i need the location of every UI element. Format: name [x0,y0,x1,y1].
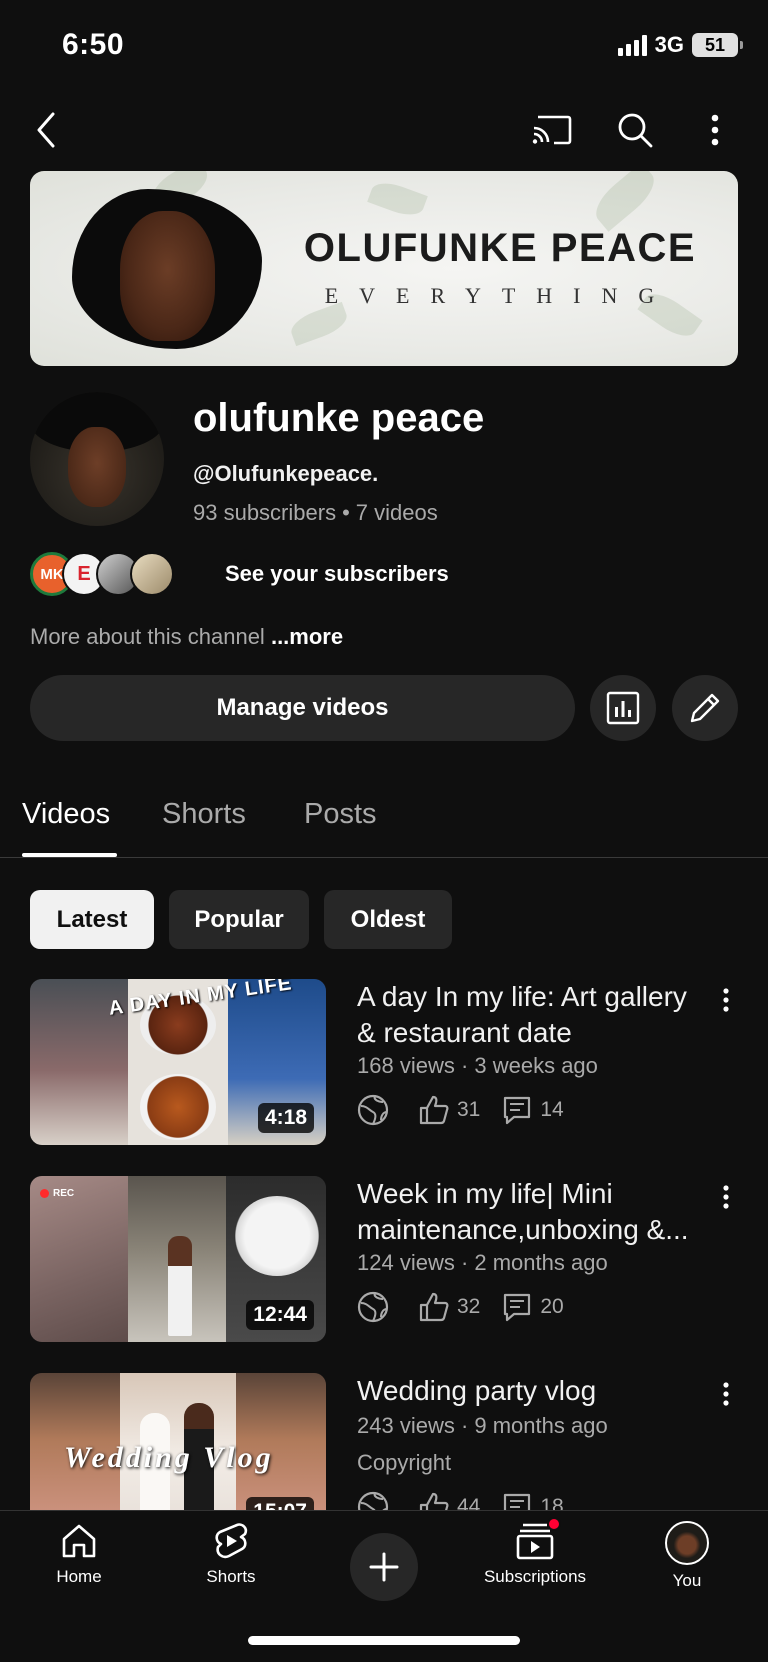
nav-shorts-label: Shorts [206,1567,256,1586]
channel-banner: OLUFUNKE PEACE EVERYTHING [30,171,738,366]
nav-home-label: Home [56,1567,102,1586]
edit-channel-button[interactable] [672,675,738,741]
video-count: 7 videos [355,500,438,525]
video-more-icon[interactable] [714,985,738,1015]
subscriber-avatar [130,552,174,596]
status-indicators: 3G 51 [617,32,743,58]
globe-icon [357,1291,389,1323]
pencil-icon [690,693,720,723]
more-options-icon[interactable] [700,108,730,152]
status-time: 6:50 [62,28,125,61]
banner-portrait [72,189,262,349]
copyright-label: Copyright [357,1450,452,1475]
channel-avatar[interactable] [30,392,164,526]
video-meta: 124 views · 2 months ago [357,1250,608,1275]
comment-icon [504,1096,531,1125]
filter-oldest[interactable]: Oldest [324,890,452,949]
thumbs-up-icon [419,1292,449,1322]
video-title[interactable]: Wedding party vlog [357,1373,707,1409]
status-bar: 6:50 3G 51 [0,0,768,92]
channel-description[interactable]: More about this channel ...more [30,624,343,650]
video-stats: 32 20 [357,1291,586,1323]
manage-videos-button[interactable]: Manage videos [30,675,575,741]
tab-posts[interactable]: Posts [304,798,377,831]
like-count: 32 [457,1295,481,1318]
plus-icon [369,1552,399,1582]
subscriber-avatars: MK E [30,552,180,596]
battery-level: 51 [704,34,726,55]
comment-icon [504,1293,531,1322]
comments: 20 [502,1292,564,1322]
create-button[interactable] [350,1533,418,1601]
nav-shorts[interactable]: Shorts [166,1521,296,1587]
see-subscribers-row[interactable]: MK E See your subscribers [30,552,449,596]
stats-separator: • [342,500,350,525]
globe-icon [357,1094,389,1126]
video-thumbnail[interactable]: REC 12:44 [30,1176,326,1342]
like-count: 31 [457,1098,481,1121]
tab-shorts[interactable]: Shorts [162,798,246,831]
banner-subtitle: EVERYTHING [324,283,676,308]
nav-you-label: You [672,1571,702,1590]
analytics-icon [606,691,640,725]
profile-avatar [665,1521,709,1565]
battery-icon: 51 [692,33,743,57]
channel-handle: @Olufunkepeace. [193,461,379,486]
notification-dot [547,1517,561,1531]
channel-name: olufunke peace [193,396,485,440]
comment-count: 20 [540,1295,564,1318]
top-nav [0,100,768,160]
video-stats: 31 14 [357,1094,586,1126]
thumbnail-text: Wedding Vlog [64,1441,274,1474]
more-link[interactable]: ...more [271,624,343,649]
video-meta: 243 views · 9 months ago [357,1413,608,1438]
comments: 14 [502,1095,564,1125]
home-indicator [248,1636,520,1645]
nav-home[interactable]: Home [14,1521,144,1587]
video-item[interactable]: REC 12:44 Week in my life| Mini maintena… [30,1176,738,1346]
video-duration: 4:18 [257,1103,314,1133]
search-icon[interactable] [613,108,657,152]
more-about-text: More about this channel [30,624,265,649]
network-type: 3G [654,32,684,57]
banner-title: OLUFUNKE PEACE [303,226,697,270]
visibility-public [357,1094,397,1126]
filter-popular[interactable]: Popular [169,890,309,949]
likes: 31 [419,1095,480,1125]
visibility-public [357,1291,397,1323]
video-thumbnail[interactable]: A DAY IN MY LIFE 4:18 [30,979,326,1145]
shorts-icon [215,1523,248,1559]
video-more-icon[interactable] [714,1182,738,1212]
nav-subscriptions-label: Subscriptions [483,1567,587,1586]
subscriber-count: 93 subscribers [193,500,337,525]
active-tab-indicator [22,853,117,857]
channel-tabs: Videos Shorts Posts [0,790,768,858]
filter-latest[interactable]: Latest [30,890,154,949]
thumbs-up-icon [419,1095,449,1125]
video-more-icon[interactable] [714,1379,738,1409]
comment-count: 14 [540,1098,564,1121]
rec-indicator: REC [40,1188,74,1199]
likes: 32 [419,1292,480,1322]
see-subscribers-link[interactable]: See your subscribers [225,561,449,587]
back-icon[interactable] [26,108,66,152]
nav-subscriptions[interactable]: Subscriptions [470,1517,600,1587]
video-item[interactable]: A DAY IN MY LIFE 4:18 A day In my life: … [30,979,738,1149]
analytics-button[interactable] [590,675,656,741]
video-meta: 168 views · 3 weeks ago [357,1053,598,1078]
nav-you[interactable]: You [622,1521,752,1591]
tab-videos[interactable]: Videos [22,798,110,831]
signal-icon [617,34,647,56]
video-title[interactable]: A day In my life: Art gallery & restaura… [357,979,707,1051]
home-icon [62,1524,96,1558]
video-duration: 12:44 [246,1300,314,1330]
channel-stats: 93 subscribers • 7 videos [193,500,438,526]
video-title[interactable]: Week in my life| Mini maintenance,unboxi… [357,1176,707,1248]
cast-icon[interactable] [530,108,574,152]
